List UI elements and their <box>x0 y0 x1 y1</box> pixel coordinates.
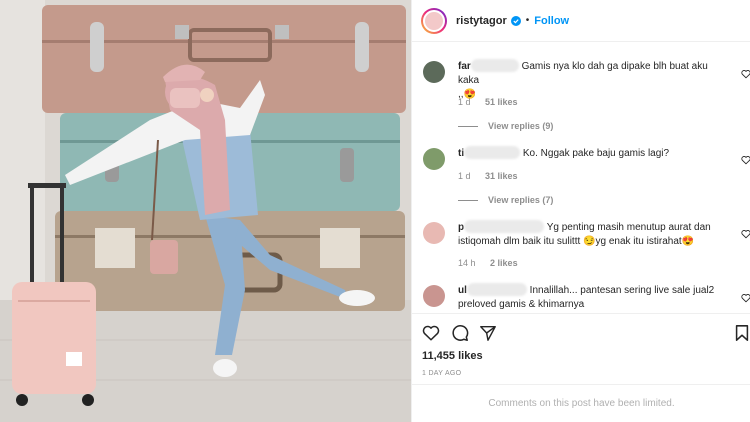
header-separator: • <box>525 15 530 26</box>
comment-meta: 1 d 51 likes <box>458 97 530 107</box>
comment-time: 1 d <box>458 97 471 107</box>
comments-list[interactable]: far Gamis nya klo dah ga dipake blh buat… <box>412 43 750 313</box>
comment-time: 1 d <box>458 171 471 181</box>
like-comment-heart-icon[interactable] <box>741 293 750 303</box>
comment-body-line2: istiqomah dlm baik itu sulittt 😏yg enak … <box>458 236 695 247</box>
comment-likes[interactable]: 51 likes <box>485 97 518 107</box>
comments-limited-notice: Comments on this post have been limited. <box>412 384 750 422</box>
post-header: ristytagor • Follow <box>412 0 750 42</box>
post-photo[interactable] <box>0 0 411 422</box>
comment-text: far Gamis nya klo dah ga dipake blh buat… <box>458 59 730 102</box>
comment-likes[interactable]: 31 likes <box>485 171 518 181</box>
like-comment-heart-icon[interactable] <box>741 155 750 165</box>
commenter-avatar[interactable] <box>423 148 445 170</box>
commenter-avatar[interactable] <box>423 285 445 307</box>
post-time[interactable]: 1 DAY AGO <box>422 370 461 377</box>
comment-meta: 1 d 31 likes <box>458 171 530 181</box>
save-bookmark-icon[interactable] <box>733 324 750 342</box>
comment-body-line2: preloved gamis & khimarnya <box>458 299 585 310</box>
comment-text: p Yg penting masih menutup aurat dan ist… <box>458 220 730 249</box>
commenter-name[interactable]: far <box>458 61 471 72</box>
like-comment-heart-icon[interactable] <box>741 229 750 239</box>
view-replies-label: View replies (9) <box>488 121 554 131</box>
view-replies-label: View replies (7) <box>488 195 554 205</box>
author-username[interactable]: ristytagor <box>456 15 507 27</box>
post-side-panel: ristytagor • Follow far Gamis nya klo da… <box>411 0 750 422</box>
commenter-avatar[interactable] <box>423 61 445 83</box>
comment-body: Ko. Nggak pake baju gamis lagi? <box>522 148 670 159</box>
comment-body: Innalillah... pantesan sering live sale … <box>529 285 715 296</box>
comment-meta: 14 h 2 likes <box>458 258 530 268</box>
post-actions-bar <box>412 313 750 351</box>
author-avatar[interactable] <box>421 7 447 34</box>
commenter-name[interactable]: ul <box>458 285 467 296</box>
post-photo-illustration <box>0 0 411 422</box>
comment-time: 14 h <box>458 258 476 268</box>
like-heart-icon[interactable] <box>422 324 440 342</box>
like-comment-heart-icon[interactable] <box>741 69 750 79</box>
comment-text: ti Ko. Nggak pake baju gamis lagi? <box>458 146 730 161</box>
commenter-avatar[interactable] <box>423 222 445 244</box>
comment-bubble-icon[interactable] <box>451 324 469 342</box>
view-replies-button[interactable]: View replies (7) <box>458 195 553 205</box>
follow-button[interactable]: Follow <box>534 15 569 27</box>
share-send-icon[interactable] <box>479 324 497 342</box>
likes-count[interactable]: 11,455 likes <box>422 350 483 362</box>
comment-text: ul Innalillah... pantesan sering live sa… <box>458 283 730 312</box>
comment-body: Yg penting masih menutup aurat dan <box>546 222 711 233</box>
view-replies-button[interactable]: View replies (9) <box>458 121 553 131</box>
comment-likes[interactable]: 2 likes <box>490 258 518 268</box>
verified-badge-icon <box>510 15 521 26</box>
